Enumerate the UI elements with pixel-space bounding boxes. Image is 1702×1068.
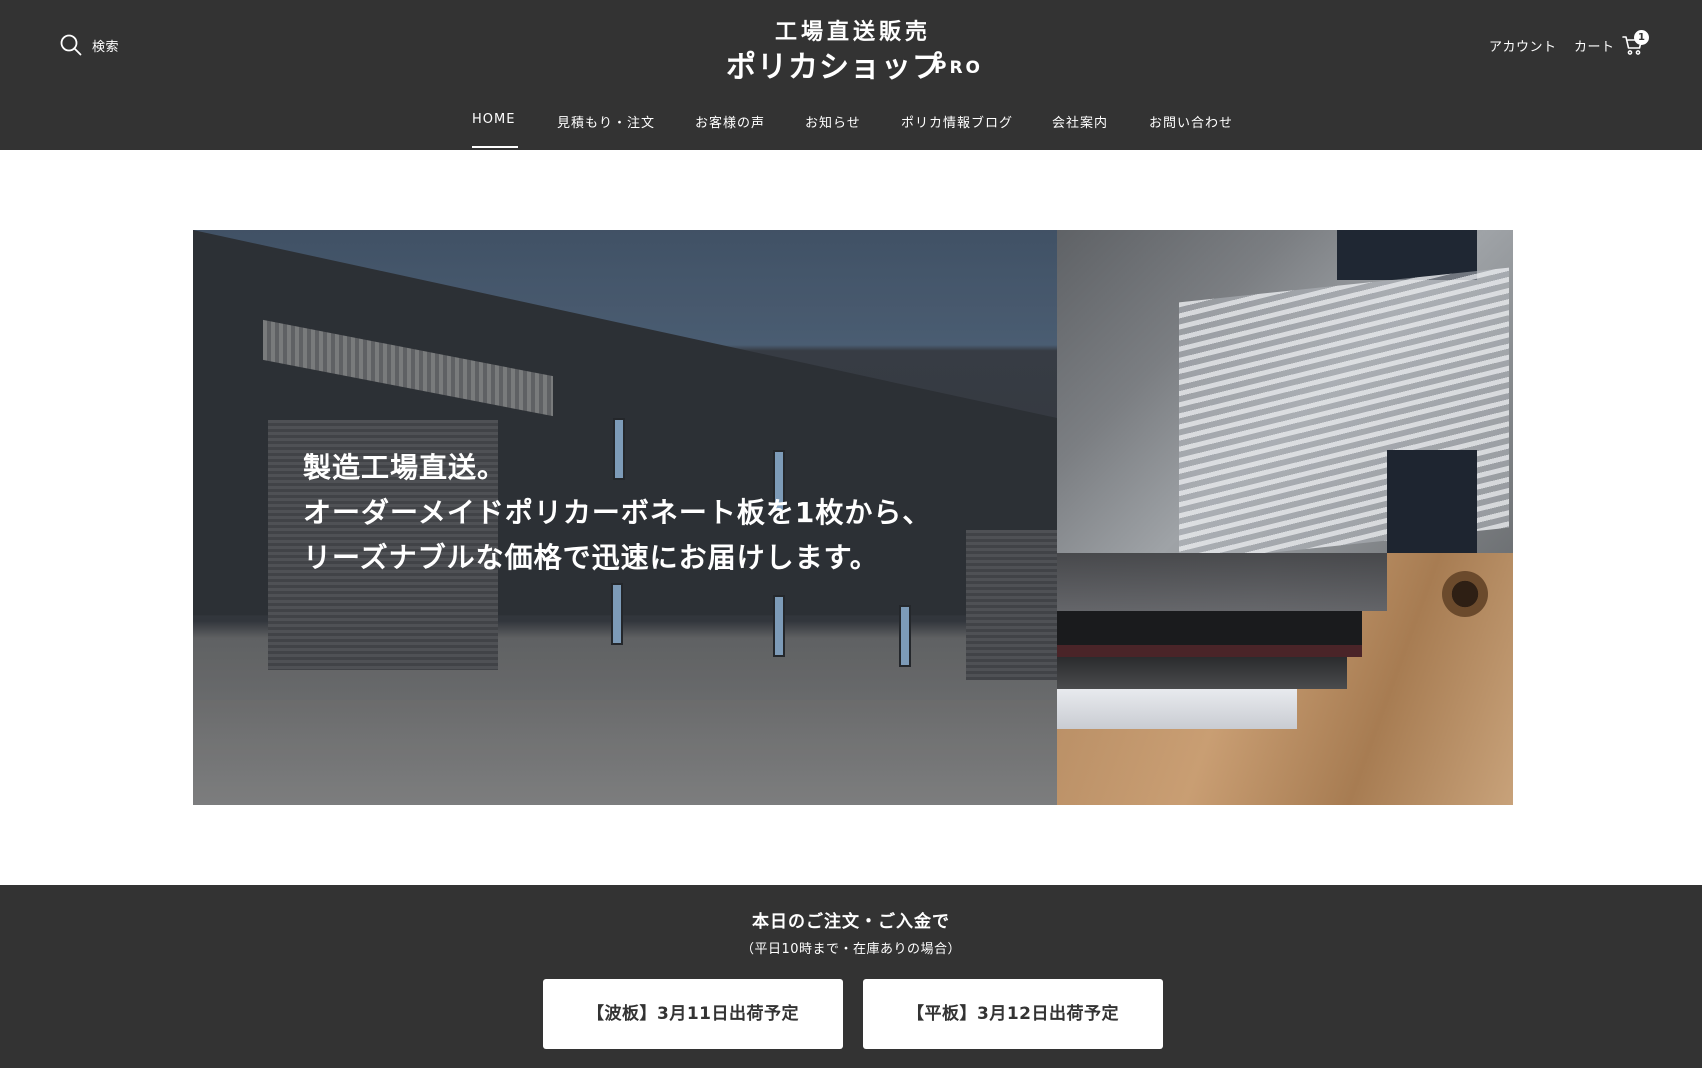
hero-line: リーズナブルな価格で迅速にお届けします。 (303, 541, 879, 574)
hero-plates-photo (1057, 553, 1513, 805)
logo-wordmark: ポリカショップ (726, 50, 943, 85)
nav-item-company[interactable]: 会社案内 (1052, 112, 1108, 131)
nav-active-indicator (472, 146, 518, 148)
site-header: 検索 工場直送販売 ポリカショップ PRO アカウント カート 1 HOME 見… (0, 0, 1702, 150)
cart-count-badge: 1 (1634, 30, 1649, 45)
account-link[interactable]: アカウント (1489, 36, 1557, 55)
nav-item-quote-order[interactable]: 見積もり・注文 (557, 112, 655, 131)
plate-layer (1057, 657, 1347, 689)
main-nav: HOME 見積もり・注文 お客様の声 お知らせ ポリカ情報ブログ 会社案内 お問… (0, 108, 1702, 150)
hero-factory-image: 製造工場直送。 オーダーメイドポリカーボネート板を1枚から、 リーズナブルな価格… (193, 230, 1057, 805)
nav-item-contact[interactable]: お問い合わせ (1149, 112, 1233, 131)
hero-banner: 製造工場直送。 オーダーメイドポリカーボネート板を1枚から、 リーズナブルな価格… (193, 230, 1513, 805)
wood-knot (1442, 571, 1488, 617)
logo-suffix: PRO (934, 58, 984, 78)
plate-layer (1057, 689, 1297, 729)
hero-sheet-photo (1057, 230, 1513, 553)
hero-line: 製造工場直送。 (303, 451, 507, 484)
cart-link[interactable]: カート (1574, 36, 1615, 55)
person-legs (1387, 450, 1477, 553)
plate-layer (1057, 553, 1387, 611)
corrugated-ship-date-button[interactable]: 【波板】3月11日出荷予定 (543, 979, 843, 1049)
nav-item-blog[interactable]: ポリカ情報ブログ (901, 112, 1013, 131)
plate-layer (1057, 611, 1362, 645)
nav-item-testimonials[interactable]: お客様の声 (695, 112, 765, 131)
plate-layer (1057, 645, 1362, 657)
flat-ship-date-button[interactable]: 【平板】3月12日出荷予定 (863, 979, 1163, 1049)
shipping-info: 本日のご注文・ご入金で （平日10時まで・在庫ありの場合） 【波板】3月11日出… (0, 885, 1702, 1068)
search-button[interactable]: 検索 (60, 33, 119, 57)
nav-item-news[interactable]: お知らせ (805, 112, 861, 131)
shipping-title: 本日のご注文・ご入金で (752, 912, 950, 932)
shipping-subtitle: （平日10時まで・在庫ありの場合） (740, 942, 962, 957)
search-label: 検索 (92, 39, 120, 55)
nav-item-home[interactable]: HOME (472, 112, 515, 127)
site-logo[interactable]: 工場直送販売 ポリカショップ PRO (722, 14, 984, 85)
search-icon (60, 34, 82, 56)
hero-headline: 製造工場直送。 オーダーメイドポリカーボネート板を1枚から、 リーズナブルな価格… (303, 445, 1003, 580)
hero-line: オーダーメイドポリカーボネート板を1枚から、 (303, 496, 932, 529)
